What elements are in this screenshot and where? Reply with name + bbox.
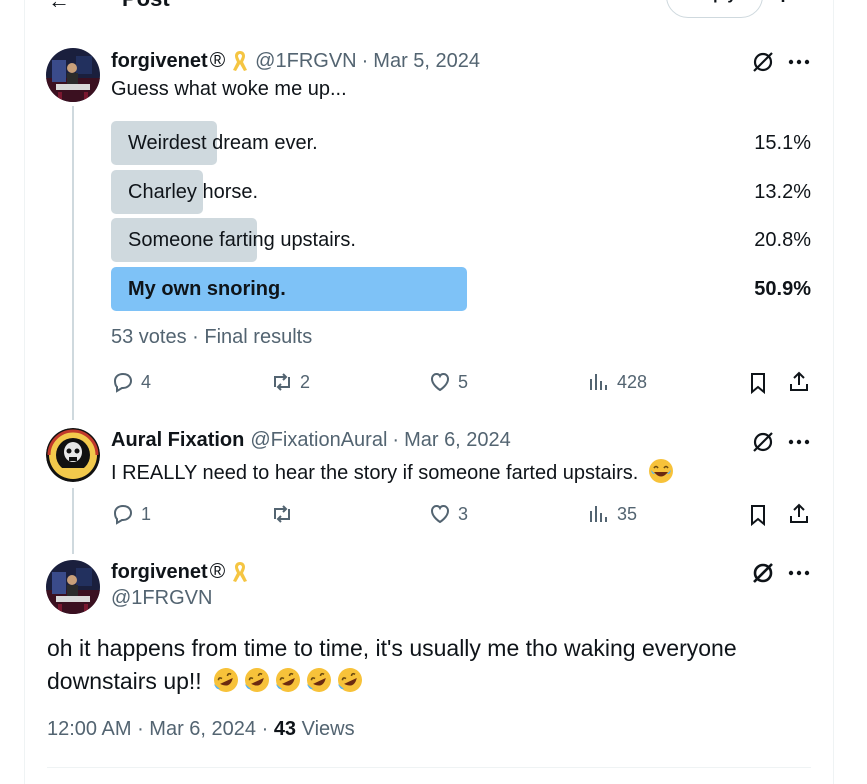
like-action[interactable]: 5 — [428, 370, 468, 394]
grok-icon[interactable] — [751, 561, 775, 585]
reply-count: 4 — [141, 371, 152, 392]
poll-option: Weirdest dream ever. 15.1% — [111, 121, 811, 165]
rofl-emoji — [214, 668, 239, 692]
repost-count: 2 — [300, 371, 311, 392]
avatar[interactable] — [46, 48, 100, 102]
post-author-row: forgivenet ® @1FRGVN · Mar 5, 2024 — [111, 49, 481, 73]
grok-icon[interactable] — [751, 50, 775, 74]
repost-action[interactable]: 2 — [270, 370, 310, 394]
poll-option: My own snoring. 50.9% — [111, 266, 811, 311]
thread-line — [72, 106, 74, 420]
views-count: 35 — [617, 503, 638, 524]
views-count: 43 — [273, 718, 297, 740]
rofl-emoji — [276, 668, 301, 692]
author-handle[interactable]: @1FRGVN — [255, 50, 356, 73]
reader-mode-icon[interactable] — [777, 0, 799, 4]
reply-count: 1 — [141, 503, 152, 524]
poll-option-label: Charley horse. — [128, 180, 259, 203]
poll-status: Final results — [204, 326, 313, 348]
post-date[interactable]: Mar 6, 2024 — [149, 718, 256, 740]
repost-icon — [274, 505, 290, 523]
like-action[interactable]: 3 — [428, 502, 468, 526]
avatar[interactable] — [46, 560, 100, 614]
heart-icon — [430, 372, 450, 392]
reply-button[interactable]: Reply — [666, 0, 763, 18]
views-label: Views — [301, 718, 355, 740]
poll-option: Someone farting upstairs. 20.8% — [111, 218, 811, 262]
registered-mark: ® — [209, 560, 226, 583]
bookmark-icon[interactable] — [746, 503, 770, 527]
rofl-emoji — [338, 668, 363, 692]
post-meta: 12:00 AM · Mar 6, 2024 · 43 Views — [47, 718, 355, 740]
more-icon[interactable] — [788, 59, 810, 65]
reply-icon — [113, 372, 133, 393]
rofl-emoji-row — [212, 666, 367, 694]
views-action[interactable]: 35 — [587, 502, 637, 526]
avatar[interactable] — [46, 428, 100, 482]
ribbon-icon — [233, 562, 248, 582]
post-text: oh it happens from time to time, it's us… — [47, 635, 737, 694]
author-name[interactable]: forgivenet — [111, 50, 208, 73]
bookmark-icon[interactable] — [746, 371, 770, 395]
poll-option: Charley horse. 13.2% — [111, 169, 811, 214]
post-text: Guess what woke me up... — [111, 78, 347, 100]
poll-option-label: My own snoring. — [128, 277, 286, 300]
poll-option-percent: 15.1% — [754, 132, 811, 154]
reply-action[interactable]: 1 — [111, 502, 151, 526]
post-text: I REALLY need to hear the story if someo… — [111, 458, 674, 485]
divider — [47, 767, 811, 768]
author-handle[interactable]: @FixationAural — [250, 429, 387, 452]
author-name[interactable]: forgivenet — [111, 561, 208, 584]
like-count: 3 — [458, 503, 469, 524]
author-name[interactable]: Aural Fixation — [111, 429, 244, 452]
repost-action[interactable] — [270, 502, 300, 526]
ribbon-icon — [233, 51, 248, 71]
poll-option-label: Weirdest dream ever. — [128, 132, 318, 154]
heart-icon — [430, 504, 450, 524]
poll-meta: 53 votes · Final results — [111, 326, 313, 348]
share-icon[interactable] — [787, 370, 811, 394]
poll-option-percent: 20.8% — [754, 229, 811, 251]
views-icon — [590, 374, 607, 390]
poll-votes: 53 votes — [111, 326, 187, 348]
thread-line — [72, 488, 74, 554]
poll-option-percent: 50.9% — [754, 277, 811, 300]
post-time[interactable]: 12:00 AM — [47, 718, 132, 740]
reply-action[interactable]: 4 — [111, 370, 151, 394]
author-handle[interactable]: @1FRGVN — [111, 587, 212, 610]
post-date[interactable]: Mar 5, 2024 — [373, 50, 480, 73]
more-icon[interactable] — [788, 570, 810, 576]
post-author-row: Aural Fixation @FixationAural · Mar 6, 2… — [111, 429, 511, 452]
views-action[interactable]: 428 — [587, 370, 647, 394]
header: ← Post Reply — [0, 0, 867, 20]
post-author-row: forgivenet ® — [111, 560, 249, 584]
rofl-emoji — [245, 668, 270, 692]
poll-option-label: Someone farting upstairs. — [128, 229, 356, 251]
page-title: Post — [122, 0, 170, 12]
like-count: 5 — [458, 371, 469, 392]
repost-icon — [274, 373, 290, 391]
registered-mark: ® — [209, 49, 226, 72]
grok-icon[interactable] — [751, 430, 775, 454]
reply-icon — [113, 504, 133, 525]
views-icon — [590, 506, 607, 522]
post-date[interactable]: Mar 6, 2024 — [404, 429, 511, 452]
poll-option-percent: 13.2% — [754, 180, 811, 203]
laughing-emoji — [648, 459, 673, 483]
share-icon[interactable] — [787, 502, 811, 526]
views-count: 428 — [617, 371, 648, 392]
rofl-emoji — [307, 668, 332, 692]
back-arrow-icon[interactable]: ← — [48, 0, 70, 14]
more-icon[interactable] — [788, 439, 810, 445]
